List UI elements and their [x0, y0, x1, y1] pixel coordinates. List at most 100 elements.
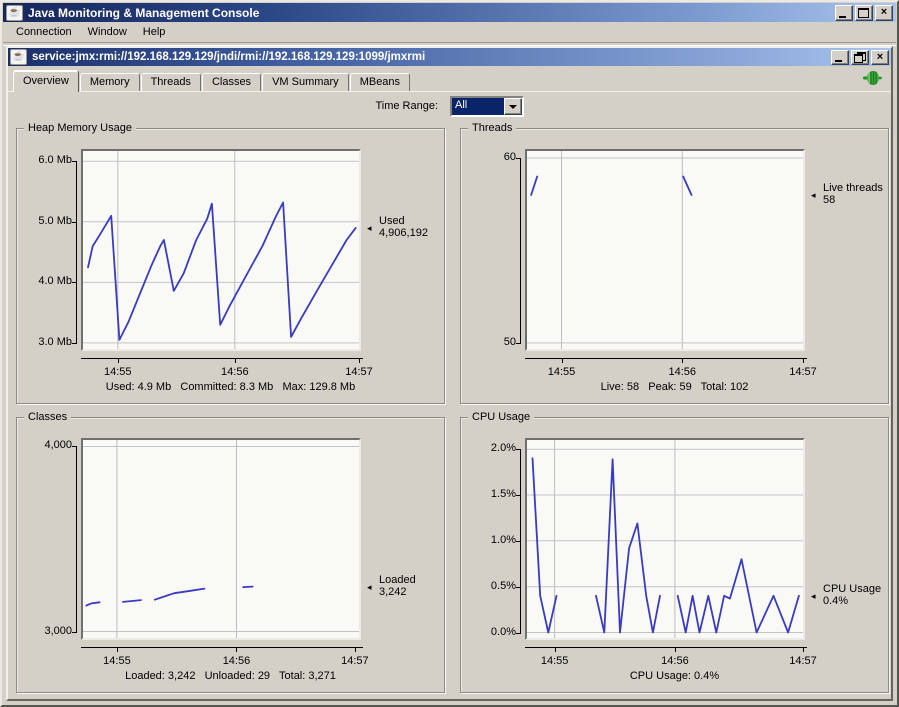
- chart-plot-threads: [525, 149, 805, 351]
- y-tick: [72, 446, 77, 447]
- chart-summary: CPU Usage: 0.4%: [461, 670, 888, 682]
- menu-window[interactable]: Window: [80, 24, 135, 41]
- panel-cpu-usage: CPU Usage2.0%1.5%1.0%0.5%0.0%14:5514:561…: [460, 417, 889, 693]
- annotation-line: 3,242: [379, 586, 416, 598]
- x-axis: [525, 647, 807, 648]
- x-axis: [525, 358, 807, 359]
- panel-heap-memory-usage: Heap Memory Usage6.0 Mb5.0 Mb4.0 Mb3.0 M…: [16, 128, 445, 404]
- x-tick: [359, 359, 360, 363]
- x-tick-label: 14:55: [95, 655, 139, 667]
- y-axis: [520, 158, 521, 344]
- tabbar: Overview Memory Threads Classes VM Summa…: [8, 67, 891, 91]
- y-axis: [76, 446, 77, 632]
- tab-content-divider: [8, 91, 891, 92]
- time-range-value: All: [452, 98, 504, 115]
- close-button[interactable]: ×: [875, 5, 893, 21]
- annotation-arrow-icon: ◂: [811, 591, 816, 602]
- minimize-icon: [839, 16, 846, 18]
- menu-help[interactable]: Help: [135, 24, 174, 41]
- x-tick: [562, 359, 563, 363]
- annotation-line: Live threads: [823, 182, 883, 194]
- annotation-line: Loaded: [379, 574, 416, 586]
- panel-title: Heap Memory Usage: [24, 122, 136, 134]
- inner-close-button[interactable]: ×: [871, 50, 889, 65]
- connection-titlebar[interactable]: ☕ service:jmx:rmi://192.168.129.129/jndi…: [8, 48, 891, 66]
- y-axis: [76, 161, 77, 344]
- y-tick: [72, 343, 77, 344]
- inner-minimize-button[interactable]: [831, 50, 849, 65]
- x-tick-label: 14:56: [653, 655, 697, 667]
- x-tick-label: 14:56: [660, 366, 704, 378]
- chevron-down-icon: [509, 105, 517, 109]
- chart-plot-cpu-usage: [525, 438, 805, 640]
- x-tick: [803, 359, 804, 363]
- y-tick-label: 1.5%: [461, 488, 516, 500]
- jconsole-window: ☕ Java Monitoring & Management Console ×…: [0, 0, 899, 707]
- y-tick-label: 6.0 Mb: [17, 154, 72, 166]
- window-titlebar[interactable]: ☕ Java Monitoring & Management Console ×: [3, 3, 896, 22]
- annotation-label: Live threads58: [823, 182, 883, 206]
- y-tick: [72, 161, 77, 162]
- panel-threads: Threads605014:5514:5614:57◂Live threads5…: [460, 128, 889, 404]
- connection-frame: ☕ service:jmx:rmi://192.168.129.129/jndi…: [6, 46, 893, 701]
- minimize-button[interactable]: [835, 5, 853, 21]
- x-tick: [118, 359, 119, 363]
- y-tick-label: 5.0 Mb: [17, 215, 72, 227]
- y-tick: [516, 343, 521, 344]
- panel-title: Threads: [468, 122, 516, 134]
- y-tick-label: 3.0 Mb: [17, 336, 72, 348]
- tab-overview[interactable]: Overview: [13, 70, 79, 92]
- window-title: Java Monitoring & Management Console: [28, 6, 835, 20]
- minimize-icon: [835, 60, 842, 62]
- annotation-label: Loaded3,242: [379, 574, 416, 598]
- time-range-select[interactable]: All: [450, 96, 524, 117]
- x-tick-label: 14:57: [333, 655, 377, 667]
- menu-connection[interactable]: Connection: [8, 24, 80, 41]
- x-tick: [117, 648, 118, 652]
- x-tick: [682, 359, 683, 363]
- x-tick: [355, 648, 356, 652]
- y-tick: [516, 158, 521, 159]
- x-tick: [555, 648, 556, 652]
- tab-classes[interactable]: Classes: [202, 73, 261, 91]
- x-tick-label: 14:55: [533, 655, 577, 667]
- close-icon: ×: [876, 6, 892, 20]
- annotation-line: 58: [823, 194, 883, 206]
- tab-memory[interactable]: Memory: [80, 73, 140, 91]
- y-tick: [516, 449, 521, 450]
- tab-threads[interactable]: Threads: [141, 73, 201, 91]
- annotation-line: 4,906,192: [379, 227, 428, 239]
- y-tick-label: 2.0%: [461, 442, 516, 454]
- chart-plot-heap-memory-usage: [81, 149, 361, 351]
- tab-mbeans[interactable]: MBeans: [350, 73, 410, 91]
- window-controls: ×: [835, 5, 893, 21]
- x-tick: [235, 359, 236, 363]
- y-tick-label: 0.5%: [461, 580, 516, 592]
- chart-summary: Loaded: 3,242 Unloaded: 29 Total: 3,271: [17, 670, 444, 682]
- combo-dropdown-button[interactable]: [504, 98, 522, 115]
- maximize-button[interactable]: [855, 5, 873, 21]
- menubar: Connection Window Help: [3, 23, 896, 42]
- y-tick: [72, 222, 77, 223]
- panel-title: Classes: [24, 411, 71, 423]
- maximize-icon: [858, 8, 869, 18]
- y-tick: [516, 541, 521, 542]
- y-tick-label: 0.0%: [461, 626, 516, 638]
- x-tick-label: 14:56: [214, 655, 258, 667]
- annotation-arrow-icon: ◂: [811, 190, 816, 201]
- tab-vm-summary[interactable]: VM Summary: [262, 73, 349, 91]
- x-tick: [236, 648, 237, 652]
- x-axis: [81, 647, 363, 648]
- java-logo-icon: ☕: [10, 49, 27, 65]
- connection-title: service:jmx:rmi://192.168.129.129/jndi/r…: [32, 51, 831, 63]
- x-tick-label: 14:55: [540, 366, 584, 378]
- chart-plot-classes: [81, 438, 361, 640]
- x-tick-label: 14:57: [337, 366, 381, 378]
- connection-status-icon: [863, 69, 883, 87]
- x-tick-label: 14:56: [213, 366, 257, 378]
- y-tick: [516, 633, 521, 634]
- chart-summary: Used: 4.9 Mb Committed: 8.3 Mb Max: 129.…: [17, 381, 444, 393]
- y-tick: [516, 495, 521, 496]
- inner-restore-button[interactable]: [851, 50, 869, 65]
- y-tick-label: 1.0%: [461, 534, 516, 546]
